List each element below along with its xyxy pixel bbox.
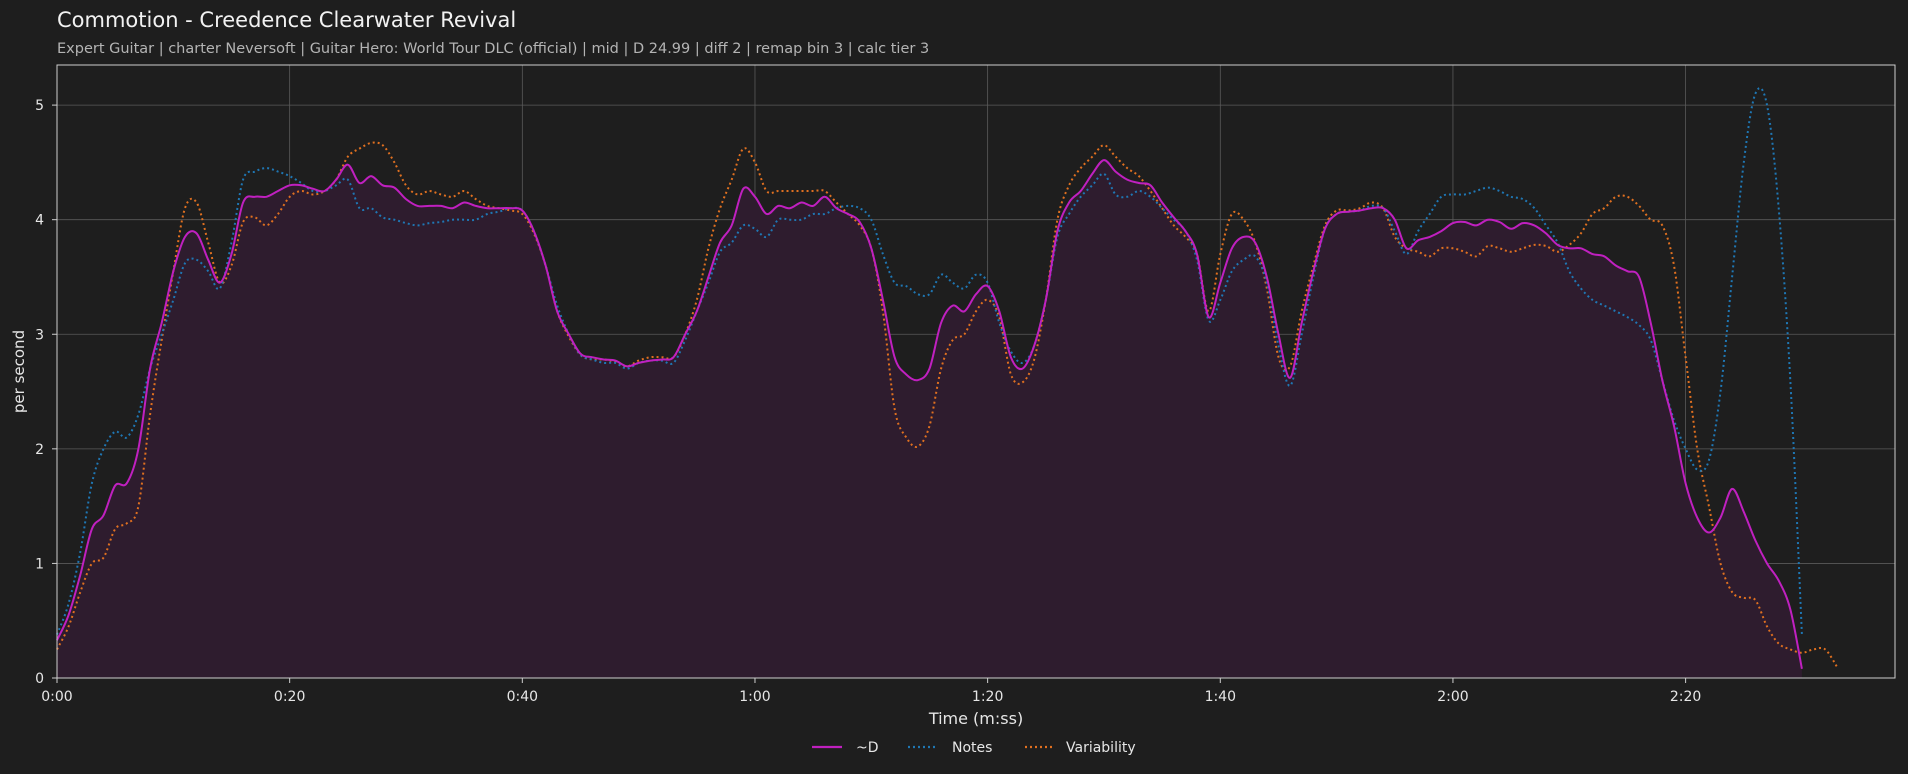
legend-item-notes: Notes [908,740,992,756]
x-tick-label: 0:20 [274,689,305,705]
y-tick-label: 1 [35,556,44,572]
x-tick-label: 2:20 [1670,689,1701,705]
legend-label: Variability [1066,740,1136,756]
legend-item-variability: Variability [1025,740,1136,756]
y-tick-label: 4 [35,213,44,229]
legend-label: Notes [952,740,992,756]
x-tick-label: 0:40 [507,689,538,705]
chart-plot: 0:00 0:20 0:40 1:00 1:20 1:40 2:00 2:20 0 1 2 3 4 5 T… [10,64,1896,728]
x-tick-label: 1:00 [739,689,770,705]
x-tick-label: 1:40 [1205,689,1236,705]
d-area-fill [57,160,1802,678]
x-tick-label: 1:20 [972,689,1003,705]
d-area [57,160,1802,678]
y-tick-label: 5 [35,98,44,114]
legend-label: ~D [856,740,879,756]
x-tick-label: 0:00 [41,689,72,705]
x-tick-label: 2:00 [1437,689,1468,705]
y-tick-label: 2 [35,442,44,458]
y-tick-label: 3 [35,327,44,343]
y-tick-label: 0 [35,671,44,687]
y-axis-label: per second [10,330,28,413]
x-axis-label: Time (m:ss) [928,709,1023,728]
legend-item-d: ~D [812,740,879,756]
chart-legend: ~D Notes Variability [812,740,1136,756]
